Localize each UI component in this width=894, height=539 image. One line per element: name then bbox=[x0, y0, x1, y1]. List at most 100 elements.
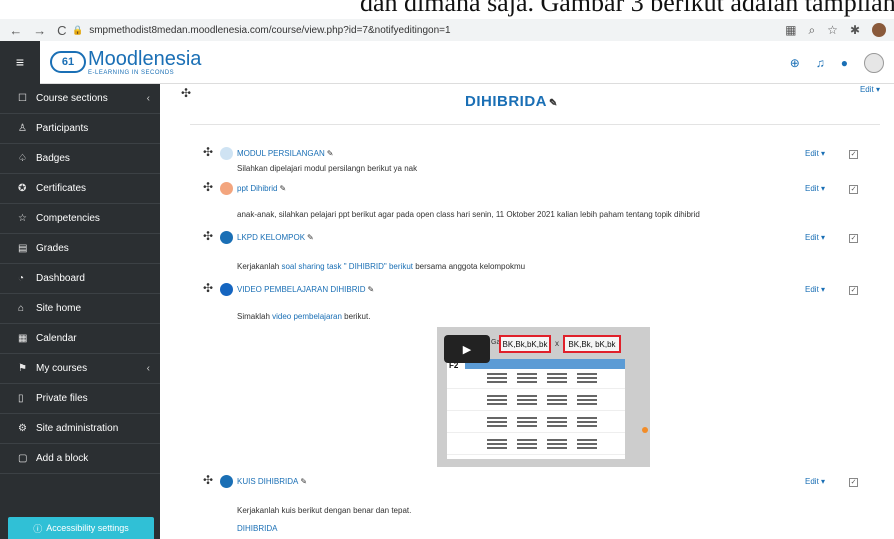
document-caption: dan dimana saja. Gambar 3 berikut adalah… bbox=[0, 0, 894, 19]
move-icon[interactable]: ✣ bbox=[203, 473, 213, 487]
accessibility-settings-button[interactable]: ⓘ Accessibility settings bbox=[8, 517, 154, 539]
sidebar-item-label: Competencies bbox=[36, 213, 100, 224]
sidebar-item-participants[interactable]: ♙ Participants bbox=[0, 114, 160, 144]
back-icon[interactable]: ← bbox=[9, 23, 22, 38]
sidebar-item-label: Site administration bbox=[36, 423, 119, 434]
move-icon[interactable]: ✣ bbox=[181, 86, 191, 100]
sidebar-item-badges[interactable]: ♤ Badges bbox=[0, 144, 160, 174]
sidebar-item-dashboard[interactable]: ◔ Dashboard bbox=[0, 264, 160, 294]
table-icon: ▤ bbox=[18, 243, 28, 254]
lock-icon: 🔒 bbox=[72, 24, 84, 35]
chevron-icon[interactable]: ‹ bbox=[147, 363, 150, 374]
nav-drawer: ☐ Course sections ‹ ♙ Participants ♤ Badges ✪ Ce… bbox=[0, 84, 160, 539]
completion-checkbox[interactable]: ✓ bbox=[849, 286, 858, 295]
edit-pencil-icon[interactable]: ✎ bbox=[367, 285, 374, 294]
accessibility-label: Accessibility settings bbox=[46, 523, 129, 533]
calendar-icon: ▦ bbox=[18, 333, 28, 344]
sidebar-item-label: Site home bbox=[36, 303, 82, 314]
menu-toggle-icon[interactable]: ≡ bbox=[0, 40, 40, 84]
completion-checkbox[interactable]: ✓ bbox=[849, 234, 858, 243]
video-embed[interactable]: F2 Gamet BK,Bk,bK,bk x BK,Bk, bK,bk bbox=[437, 327, 650, 467]
sidebar-item-add-a-block[interactable]: ▢ Add a block bbox=[0, 444, 160, 474]
activity-link[interactable]: ppt Dihibrid ✎ bbox=[237, 184, 286, 193]
genotype-box: BK,Bk,bK,bk bbox=[499, 335, 551, 353]
completion-checkbox[interactable]: ✓ bbox=[849, 478, 858, 487]
profile-avatar[interactable] bbox=[872, 23, 886, 37]
add-icon: ▢ bbox=[18, 453, 28, 464]
reload-icon[interactable]: C bbox=[57, 23, 66, 38]
user-avatar[interactable] bbox=[864, 53, 884, 73]
extensions-icon[interactable]: ✱ bbox=[850, 23, 860, 37]
sidebar-item-my-courses[interactable]: ⚑ My courses ‹ bbox=[0, 354, 160, 384]
course-content: ✣ DIHIBRIDA ✎ Edit ▾ ✣ MODUL PERSILANGAN ✎ E… bbox=[160, 84, 894, 539]
activity-edit-menu[interactable]: Edit ▾ bbox=[805, 184, 825, 193]
activity-icon bbox=[220, 231, 233, 244]
site-logo[interactable]: 61 Moodlenesia E-LEARNING IN SECONDS bbox=[50, 49, 201, 76]
move-icon[interactable]: ✣ bbox=[203, 180, 213, 194]
edit-pencil-icon[interactable]: ✎ bbox=[549, 98, 558, 109]
video-progress-dot bbox=[642, 427, 648, 433]
completion-checkbox[interactable]: ✓ bbox=[849, 150, 858, 159]
url-text: smpmethodist8medan.moodlenesia.com/cours… bbox=[89, 24, 451, 36]
message-icon[interactable]: ● bbox=[841, 56, 848, 70]
activity-edit-menu[interactable]: Edit ▾ bbox=[805, 149, 825, 158]
description-link[interactable]: soal sharing task " DIHIBRID" berikut bbox=[281, 262, 413, 271]
move-icon[interactable]: ✣ bbox=[203, 281, 213, 295]
sidebar-item-grades[interactable]: ▤ Grades bbox=[0, 234, 160, 264]
notification-bell-icon[interactable]: ♫ bbox=[816, 56, 825, 70]
sidebar-item-course-sections[interactable]: ☐ Course sections ‹ bbox=[0, 84, 160, 114]
edit-pencil-icon[interactable]: ✎ bbox=[279, 184, 286, 193]
site-header: ≡ 61 Moodlenesia E-LEARNING IN SECONDS ⊕… bbox=[0, 40, 894, 84]
info-icon: ⓘ bbox=[33, 523, 43, 534]
activity-description-link[interactable]: DIHIBRIDA bbox=[237, 524, 277, 533]
move-icon[interactable]: ✣ bbox=[203, 145, 213, 159]
edit-pencil-icon[interactable]: ✎ bbox=[327, 149, 334, 158]
section-title: DIHIBRIDA ✎ bbox=[465, 93, 558, 110]
forward-icon[interactable]: → bbox=[33, 23, 46, 38]
bookmark-star-icon[interactable]: ☆ bbox=[827, 23, 838, 37]
completion-checkbox[interactable]: ✓ bbox=[849, 185, 858, 194]
sidebar-item-calendar[interactable]: ▦ Calendar bbox=[0, 324, 160, 354]
sidebar-item-site-home[interactable]: ⌂ Site home bbox=[0, 294, 160, 324]
activity-description: anak-anak, silahkan pelajari ppt berikut… bbox=[237, 210, 700, 219]
divider bbox=[190, 124, 880, 125]
translate-icon[interactable]: ▦ bbox=[785, 23, 796, 37]
activity-edit-menu[interactable]: Edit ▾ bbox=[805, 477, 825, 486]
activity-icon bbox=[220, 147, 233, 160]
edit-pencil-icon[interactable]: ✎ bbox=[307, 233, 314, 242]
globe-icon[interactable]: ⊕ bbox=[790, 56, 800, 70]
activity-link[interactable]: KUIS DIHIBRIDA ✎ bbox=[237, 477, 307, 486]
activity-icon bbox=[220, 283, 233, 296]
sidebar-item-label: Add a block bbox=[36, 453, 89, 464]
sidebar-item-label: My courses bbox=[36, 363, 88, 374]
activity-description: Kerjakanlah kuis berikut dengan benar da… bbox=[237, 506, 412, 515]
activity-link[interactable]: VIDEO PEMBELAJARAN DIHIBRID ✎ bbox=[237, 285, 374, 294]
activity-link[interactable]: MODUL PERSILANGAN ✎ bbox=[237, 149, 333, 158]
genotype-box: BK,Bk, bK,bk bbox=[563, 335, 621, 353]
sidebar-item-certificates[interactable]: ✪ Certificates bbox=[0, 174, 160, 204]
sidebar-item-private-files[interactable]: ▯ Private files bbox=[0, 384, 160, 414]
edit-pencil-icon[interactable]: ✎ bbox=[300, 477, 307, 486]
sidebar-item-label: Dashboard bbox=[36, 273, 85, 284]
activity-edit-menu[interactable]: Edit ▾ bbox=[805, 285, 825, 294]
zoom-icon[interactable]: ⌕ bbox=[808, 23, 815, 38]
sidebar-item-site-administration[interactable]: ⚙ Site administration bbox=[0, 414, 160, 444]
sidebar-item-label: Certificates bbox=[36, 183, 87, 194]
move-icon[interactable]: ✣ bbox=[203, 229, 213, 243]
gear-icon: ⚙ bbox=[18, 423, 27, 434]
sidebar-item-label: Grades bbox=[36, 243, 69, 254]
activity-link[interactable]: LKPD KELOMPOK ✎ bbox=[237, 233, 314, 242]
chevron-icon[interactable]: ‹ bbox=[147, 93, 150, 104]
description-link[interactable]: video pembelajaran bbox=[272, 312, 342, 321]
sidebar-item-competencies[interactable]: ☆ Competencies bbox=[0, 204, 160, 234]
section-edit-menu[interactable]: Edit ▾ bbox=[860, 85, 880, 94]
certificate-icon: ✪ bbox=[18, 183, 27, 194]
sidebar-item-label: Course sections bbox=[36, 93, 108, 104]
sidebar-item-label: Private files bbox=[36, 393, 88, 404]
graduation-icon: ⚑ bbox=[18, 363, 27, 374]
star-icon: ☆ bbox=[18, 213, 27, 224]
play-icon[interactable]: ▶ bbox=[444, 335, 490, 363]
sidebar-item-label: Calendar bbox=[36, 333, 77, 344]
activity-edit-menu[interactable]: Edit ▾ bbox=[805, 233, 825, 242]
address-bar[interactable]: 🔒 smpmethodist8medan.moodlenesia.com/cou… bbox=[72, 22, 785, 38]
